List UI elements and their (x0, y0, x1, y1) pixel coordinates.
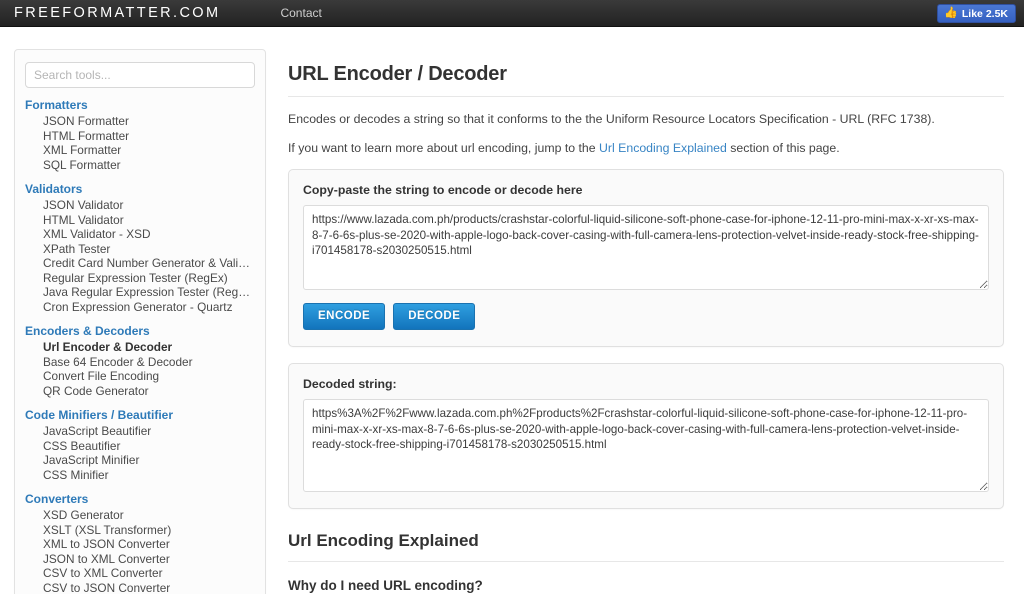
sidebar-item-json-formatter[interactable]: JSON Formatter (25, 114, 255, 129)
navbar-links: Contact (274, 6, 327, 20)
url-encoding-explained-link[interactable]: Url Encoding Explained (599, 141, 727, 155)
intro-paragraph-2: If you want to learn more about url enco… (288, 140, 1004, 157)
facebook-like-label: Like 2.5K (961, 7, 1008, 20)
section-divider (288, 561, 1004, 562)
sidebar-nav: Formatters JSON Formatter HTML Formatter XM… (25, 97, 255, 594)
sidebar-item-java-regular-expression-tester-regex[interactable]: Java Regular Expression Tester (RegEx) (25, 285, 255, 300)
sidebar-item-xpath-tester[interactable]: XPath Tester (25, 242, 255, 257)
sidebar-group: Formatters JSON Formatter HTML Formatter XM… (25, 97, 255, 172)
sidebar-item-xml-validator-xsd[interactable]: XML Validator - XSD (25, 227, 255, 242)
sidebar-item-url-encoder-decoder[interactable]: Url Encoder & Decoder (25, 340, 255, 355)
url-encoding-explained-heading: Url Encoding Explained (288, 531, 479, 550)
sidebar-item-convert-file-encoding[interactable]: Convert File Encoding (25, 369, 255, 384)
sidebar-item-csv-to-xml-converter[interactable]: CSV to XML Converter (25, 566, 255, 581)
sidebar-item-html-validator[interactable]: HTML Validator (25, 213, 255, 228)
sidebar-item-credit-card-number-generator-validator[interactable]: Credit Card Number Generator & Validator (25, 256, 255, 271)
sidebar-item-cron-expression-generator-quartz[interactable]: Cron Expression Generator - Quartz (25, 300, 255, 315)
title-divider (288, 96, 1004, 97)
search-input[interactable] (25, 62, 255, 88)
intro-paragraph-1: Encodes or decodes a string so that it c… (288, 112, 935, 126)
sidebar-item-csv-to-json-converter[interactable]: CSV to JSON Converter (25, 581, 255, 594)
intro-text-before: If you want to learn more about url enco… (288, 141, 600, 155)
why-url-encoding-heading: Why do I need URL encoding? (288, 578, 483, 593)
encode-panel: Copy-paste the string to encode or decod… (288, 169, 1004, 347)
sidebar-group: Code Minifiers / Beautifier JavaScript Be… (25, 407, 255, 482)
sidebar-item-xslt-xsl-transformer[interactable]: XSLT (XSL Transformer) (25, 523, 255, 538)
thumbs-up-icon: 👍 (944, 7, 958, 19)
sidebar-item-xml-formatter[interactable]: XML Formatter (25, 143, 255, 158)
sidebar-item-qr-code-generator[interactable]: QR Code Generator (25, 384, 255, 399)
sidebar-item-javascript-beautifier[interactable]: JavaScript Beautifier (25, 424, 255, 439)
sidebar-group-heading[interactable]: Formatters (25, 97, 255, 114)
sidebar-item-base-64-encoder-decoder[interactable]: Base 64 Encoder & Decoder (25, 355, 255, 370)
sidebar-group: Validators JSON Validator HTML Validator XM… (25, 181, 255, 314)
sidebar-group-heading[interactable]: Converters (25, 491, 255, 508)
intro-text-after: section of this page. (726, 141, 840, 155)
sidebar-group-heading[interactable]: Code Minifiers / Beautifier (25, 407, 255, 424)
decoded-string-textarea[interactable] (303, 399, 989, 492)
facebook-like-button[interactable]: 👍 Like 2.5K (937, 4, 1016, 23)
page-body: FormattersJSON FormatterHTML FormatterXM… (0, 27, 1024, 594)
tools-sidebar: FormattersJSON FormatterHTML FormatterXM… (14, 49, 266, 594)
sidebar-group-heading[interactable]: Validators (25, 181, 255, 198)
sidebar-item-regular-expression-tester-regex[interactable]: Regular Expression Tester (RegEx) (25, 271, 255, 286)
decoded-string-label: Decoded string: (303, 377, 397, 391)
decode-button[interactable]: DECODE (393, 303, 476, 330)
sidebar-item-sql-formatter[interactable]: SQL Formatter (25, 158, 255, 173)
main-content: URL Encoder / Decoder Encodes or decodes… (266, 39, 1014, 594)
sidebar-item-xml-to-json-converter[interactable]: XML to JSON Converter (25, 537, 255, 552)
page-title: URL Encoder / Decoder (288, 63, 507, 85)
decoded-panel: Decoded string: (288, 363, 1004, 509)
sidebar-item-json-to-xml-converter[interactable]: JSON to XML Converter (25, 552, 255, 567)
sidebar-item-json-validator[interactable]: JSON Validator (25, 198, 255, 213)
encode-input-label: Copy-paste the string to encode or decod… (303, 183, 583, 197)
encode-input-textarea[interactable] (303, 205, 989, 290)
site-logo[interactable]: FREEFORMATTER.COM (14, 5, 220, 21)
sidebar-item-html-formatter[interactable]: HTML Formatter (25, 129, 255, 144)
sidebar-item-xsd-generator[interactable]: XSD Generator (25, 508, 255, 523)
sidebar-item-css-minifier[interactable]: CSS Minifier (25, 468, 255, 483)
action-button-row: ENCODE DECODE (303, 303, 989, 330)
encode-button[interactable]: ENCODE (303, 303, 386, 330)
sidebar-group: Encoders & Decoders Url Encoder & Decoder… (25, 323, 255, 398)
sidebar-item-javascript-minifier[interactable]: JavaScript Minifier (25, 453, 255, 468)
sidebar-group-heading[interactable]: Encoders & Decoders (25, 323, 255, 340)
sidebar-group: Converters XSD Generator XSLT (XSL Transfo… (25, 491, 255, 594)
nav-link-contact[interactable]: Contact (274, 6, 327, 20)
sidebar-item-css-beautifier[interactable]: CSS Beautifier (25, 439, 255, 454)
top-navbar: FREEFORMATTER.COM Contact 👍 Like 2.5K (0, 0, 1024, 27)
